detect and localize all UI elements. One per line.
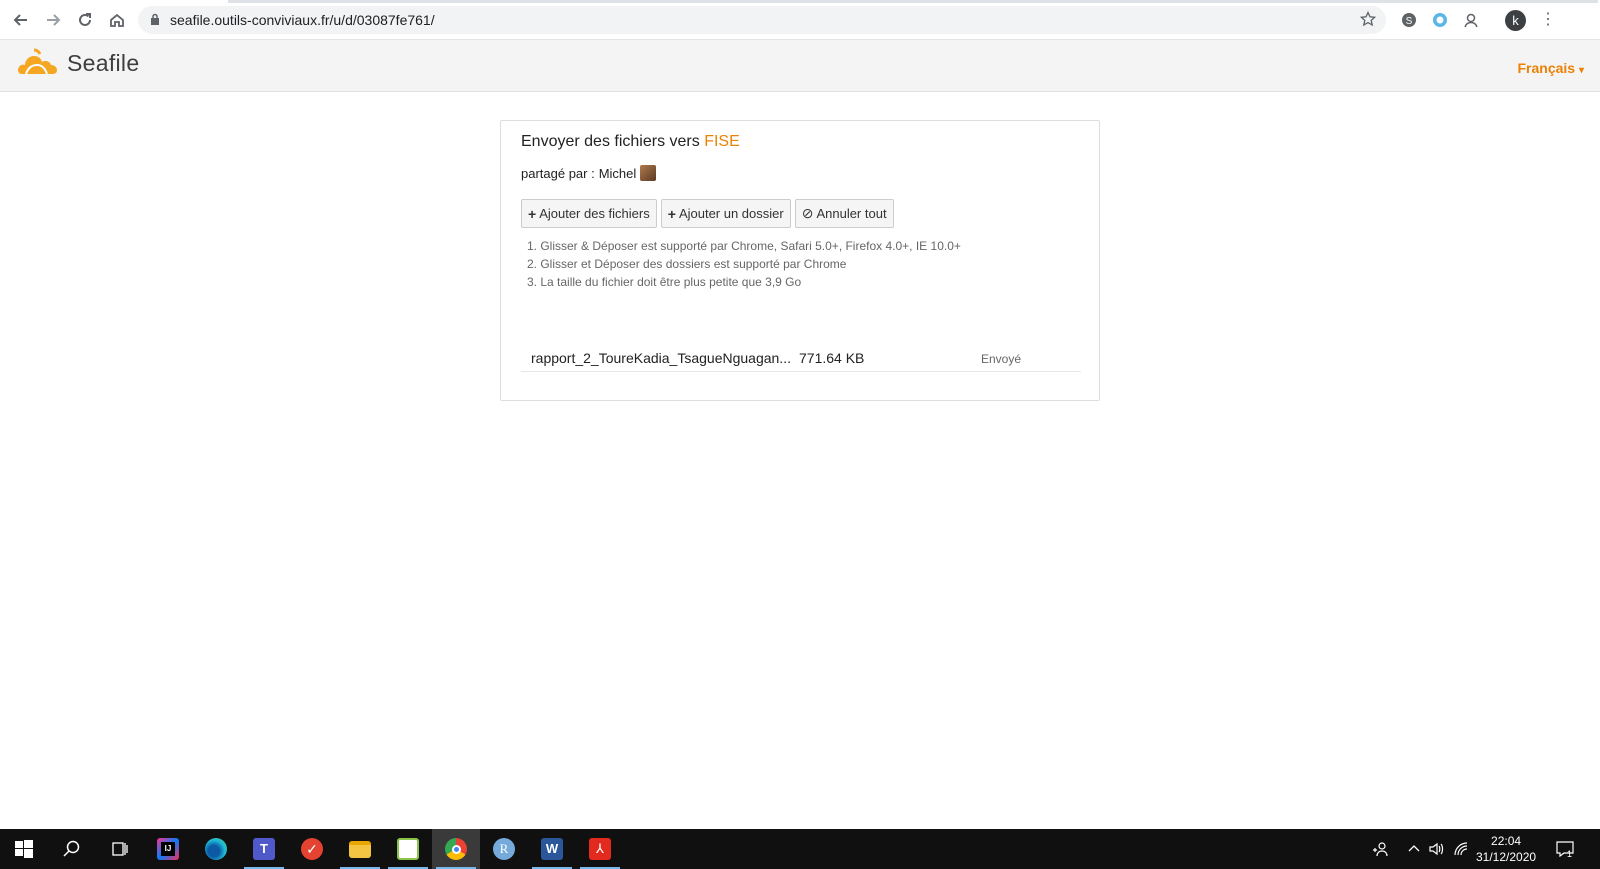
- cancel-all-label: Annuler tout: [816, 206, 887, 221]
- edge-icon[interactable]: [192, 829, 240, 869]
- notification-center-icon[interactable]: 1: [1556, 829, 1574, 869]
- notepad-plus-icon[interactable]: [384, 829, 432, 869]
- upload-title-prefix: Envoyer des fichiers vers: [521, 133, 700, 150]
- skype-icon[interactable]: S: [1398, 9, 1420, 31]
- add-files-button[interactable]: + Ajouter des fichiers: [521, 199, 657, 228]
- plus-icon: +: [667, 205, 676, 222]
- clock-date: 31/12/2020: [1476, 850, 1537, 864]
- url-text: seafile.outils-conviviaux.fr/u/d/03087fe…: [170, 12, 435, 28]
- shared-by: partagé par : Michel: [521, 165, 657, 181]
- chevron-up-icon[interactable]: [1408, 829, 1420, 869]
- task-view-icon[interactable]: [96, 829, 144, 869]
- tab-strip: [228, 0, 1598, 3]
- add-folder-label: Ajouter un dossier: [678, 206, 784, 221]
- upload-tips: 1. Glisser & Déposer est supporté par Ch…: [527, 237, 961, 291]
- profile-avatar[interactable]: k: [1505, 10, 1526, 31]
- acrobat-icon[interactable]: ⅄: [576, 829, 624, 869]
- upload-title: Envoyer des fichiers vers FISE: [521, 133, 740, 151]
- shared-by-label: partagé par :: [521, 165, 595, 181]
- wifi-icon[interactable]: [1453, 829, 1469, 869]
- tip-item: 2. Glisser et Déposer des dossiers est s…: [527, 257, 847, 271]
- plus-icon: +: [528, 205, 537, 222]
- system-clock[interactable]: 22:04 31/12/2020: [1476, 833, 1536, 865]
- chrome-icon[interactable]: [432, 829, 480, 869]
- star-icon[interactable]: [1359, 10, 1377, 30]
- tip-item: 1. Glisser & Déposer est supporté par Ch…: [527, 239, 961, 253]
- ban-icon: ⊘: [801, 205, 814, 221]
- browser-toolbar: seafile.outils-conviviaux.fr/u/d/03087fe…: [0, 0, 1600, 40]
- tip-item: 3. La taille du fichier doit être plus p…: [527, 275, 802, 289]
- forward-icon[interactable]: [37, 4, 69, 36]
- upload-target-folder: FISE: [704, 133, 740, 150]
- file-status: Envoyé: [981, 352, 1022, 366]
- logo-text: Seafile: [67, 49, 140, 76]
- file-row: rapport_2_ToureKadia_TsagueNguagan... 77…: [521, 342, 1081, 372]
- back-icon[interactable]: [5, 4, 37, 36]
- extension-icon[interactable]: [1429, 9, 1451, 31]
- avatar: [640, 165, 657, 181]
- cloud-logo-icon: [18, 48, 57, 75]
- file-name: rapport_2_ToureKadia_TsagueNguagan...: [531, 350, 791, 366]
- people-icon[interactable]: [1372, 829, 1388, 869]
- upload-actions: + Ajouter des fichiers + Ajouter un doss…: [521, 199, 894, 228]
- site-header: Seafile Français ▾: [0, 40, 1600, 92]
- teams-icon[interactable]: T: [240, 829, 288, 869]
- menu-icon[interactable]: ⋮: [1540, 10, 1556, 30]
- file-explorer-icon[interactable]: [336, 829, 384, 869]
- word-icon[interactable]: W: [528, 829, 576, 869]
- cancel-all-button[interactable]: ⊘ Annuler tout: [794, 199, 894, 228]
- address-bar[interactable]: seafile.outils-conviviaux.fr/u/d/03087fe…: [138, 6, 1386, 34]
- caret-down-icon: ▾: [1578, 65, 1584, 76]
- clock-time: 22:04: [1491, 834, 1522, 848]
- upload-panel: Envoyer des fichiers vers FISE partagé p…: [500, 120, 1100, 401]
- windows-start-icon[interactable]: [0, 829, 48, 869]
- notification-count: 1: [1567, 849, 1573, 859]
- home-icon[interactable]: [101, 4, 133, 36]
- intellij-icon[interactable]: IJ: [144, 829, 192, 869]
- search-icon[interactable]: [48, 829, 96, 869]
- shared-by-user: Michel: [598, 165, 637, 181]
- taskbar: IJ T ✓ R W ⅄ 22:04 31/12/2020 1: [0, 829, 1600, 869]
- svg-text:S: S: [1406, 16, 1413, 27]
- add-folder-button[interactable]: + Ajouter un dossier: [660, 199, 791, 228]
- volume-icon[interactable]: [1428, 829, 1444, 869]
- r-icon[interactable]: R: [480, 829, 528, 869]
- file-size: 771.64 KB: [799, 350, 865, 366]
- profile-icon[interactable]: [1460, 9, 1482, 31]
- seafile-logo[interactable]: Seafile: [16, 46, 139, 80]
- add-files-label: Ajouter des fichiers: [539, 206, 650, 221]
- lock-icon: [150, 12, 160, 28]
- language-selector[interactable]: Français ▾: [1517, 60, 1584, 76]
- todoist-icon[interactable]: ✓: [288, 829, 336, 869]
- language-label: Français: [1517, 60, 1576, 76]
- reload-icon[interactable]: [69, 4, 101, 36]
